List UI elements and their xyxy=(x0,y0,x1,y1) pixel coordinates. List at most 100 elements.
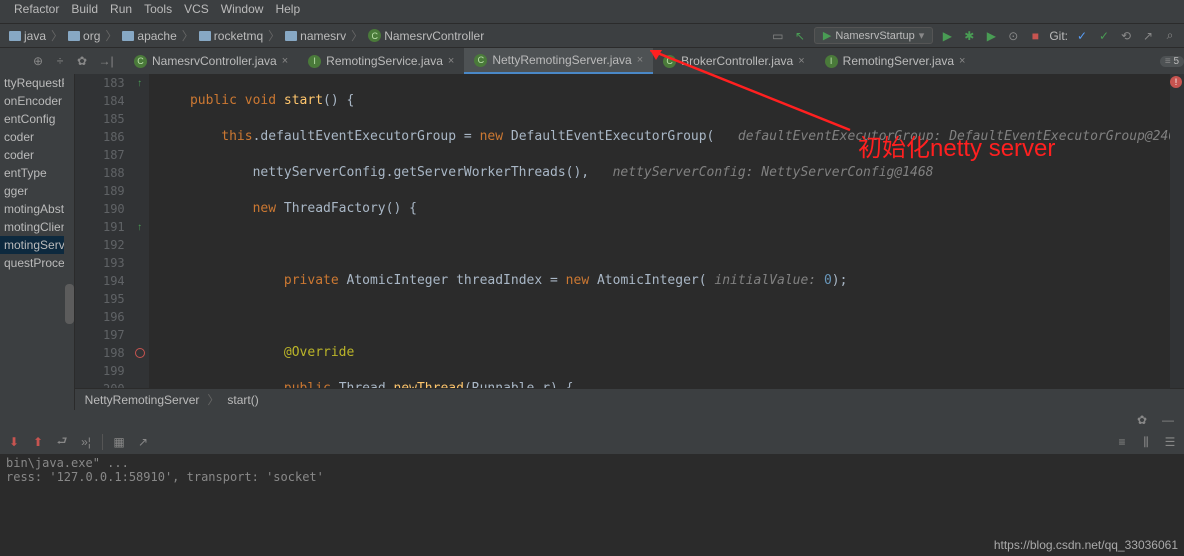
class-icon: C xyxy=(474,54,487,67)
editor-tabs-bar: ⊕ ÷ ✿ →| CNamesrvController.java× IRemot… xyxy=(0,48,1184,74)
tree-item[interactable]: gger xyxy=(0,182,74,200)
tree-item[interactable]: entConfig xyxy=(0,110,74,128)
tree-item[interactable]: motingClient xyxy=(0,218,74,236)
settings-icon[interactable]: ✿ xyxy=(74,53,90,69)
breakpoint-icon[interactable] xyxy=(135,348,145,358)
tab-remoting-service[interactable]: IRemotingService.java× xyxy=(298,48,464,74)
upload-icon[interactable]: ⬆ xyxy=(30,434,46,450)
editor: 1831841851861871881891901911921931941951… xyxy=(75,74,1184,410)
menu-window[interactable]: Window xyxy=(215,2,270,16)
collapse-icon[interactable]: ⊕ xyxy=(30,53,46,69)
annotation-text: 初始化netty server xyxy=(858,128,1055,163)
hide-icon[interactable]: — xyxy=(1160,412,1176,428)
implements-icon[interactable]: ↑ xyxy=(137,78,142,89)
layout-icon[interactable]: ≡ xyxy=(1114,434,1130,450)
crumb-class[interactable]: NettyRemotingServer xyxy=(85,393,200,407)
menu-refactor[interactable]: Refactor xyxy=(8,2,65,16)
revert-icon[interactable]: ↗ xyxy=(1140,28,1156,44)
run-icon[interactable]: ▶ xyxy=(939,28,955,44)
breadcrumb-item[interactable]: java xyxy=(6,29,49,43)
tab-counter[interactable]: ≡ 5 xyxy=(1160,56,1184,67)
editor-status-bar: ✿ — xyxy=(0,410,1184,430)
grid-icon[interactable]: ▦ xyxy=(111,434,127,450)
tree-item[interactable]: questProcessor xyxy=(0,254,74,272)
download-icon[interactable]: ⬇ xyxy=(6,434,22,450)
tree-scrollbar[interactable] xyxy=(64,74,74,410)
crumb-method[interactable]: start() xyxy=(227,393,258,407)
folder-icon xyxy=(122,31,134,41)
git-commit-icon[interactable]: ✓ xyxy=(1096,28,1112,44)
interface-icon: I xyxy=(308,55,321,68)
menu-help[interactable]: Help xyxy=(269,2,306,16)
run-config-dropdown[interactable]: ▶NamesrvStartup▾ xyxy=(814,27,933,44)
console-toolbar: ⬇ ⬆ ⮐ »¦ ▦ ↗ ≡ ⫼ ☰ xyxy=(0,430,1184,454)
error-icon[interactable]: ! xyxy=(1170,76,1182,88)
console-output[interactable]: bin\java.exe" ... ress: '127.0.0.1:58910… xyxy=(0,454,1184,504)
console-line: bin\java.exe" ... xyxy=(6,456,1178,470)
code-breadcrumb[interactable]: NettyRemotingServer 〉 start() xyxy=(75,388,1184,410)
code-editor[interactable]: 1831841851861871881891901911921931941951… xyxy=(75,74,1184,388)
console-line: ress: '127.0.0.1:58910', transport: 'soc… xyxy=(6,470,1178,484)
class-icon: C xyxy=(134,55,147,68)
menu-build[interactable]: Build xyxy=(65,2,104,16)
watermark: https://blog.csdn.net/qq_33036061 xyxy=(994,538,1178,552)
export-icon[interactable]: ↗ xyxy=(135,434,151,450)
wrap-icon[interactable]: ⮐ xyxy=(54,434,70,450)
stop-icon[interactable]: ■ xyxy=(1027,28,1043,44)
menu-tools[interactable]: Tools xyxy=(138,2,178,16)
tree-item[interactable]: entType xyxy=(0,164,74,182)
tree-item[interactable]: coder xyxy=(0,128,74,146)
search-icon[interactable]: ⌕ xyxy=(1162,28,1178,44)
breadcrumb-item[interactable]: rocketmq xyxy=(196,29,266,43)
breadcrumb-item[interactable]: CNamesrvController xyxy=(365,29,487,43)
profile-icon[interactable]: ⊙ xyxy=(1005,28,1021,44)
tab-netty-remoting-server[interactable]: CNettyRemotingServer.java× xyxy=(464,48,653,74)
folder-icon xyxy=(68,31,80,41)
folder-icon xyxy=(285,31,297,41)
layout-icon[interactable]: ☰ xyxy=(1162,434,1178,450)
tab-namesrv-controller[interactable]: CNamesrvController.java× xyxy=(124,48,298,74)
folder-icon xyxy=(9,31,21,41)
gutter-marks: ↑ ↑ xyxy=(131,74,149,388)
scroll-thumb[interactable] xyxy=(65,284,74,324)
close-icon[interactable]: × xyxy=(448,55,454,67)
close-icon[interactable]: × xyxy=(282,55,288,67)
tree-item[interactable]: coder xyxy=(0,146,74,164)
line-numbers: 1831841851861871881891901911921931941951… xyxy=(75,74,131,388)
breadcrumb-item[interactable]: apache xyxy=(119,29,179,43)
main-panel: ttyRequestProcessor onEncoder entConfig … xyxy=(0,74,1184,410)
git-label: Git: xyxy=(1049,29,1068,43)
implements-icon[interactable]: ↑ xyxy=(137,222,142,233)
filter-icon[interactable]: »¦ xyxy=(78,434,94,450)
coverage-icon[interactable]: ▶ xyxy=(983,28,999,44)
close-icon[interactable]: × xyxy=(637,54,643,66)
navigation-bar: java〉 org〉 apache〉 rocketmq〉 namesrv〉 CN… xyxy=(0,24,1184,48)
folder-icon xyxy=(199,31,211,41)
breadcrumb[interactable]: java〉 org〉 apache〉 rocketmq〉 namesrv〉 CN… xyxy=(6,27,487,44)
menu-run[interactable]: Run xyxy=(104,2,138,16)
device-icon[interactable]: ▭ xyxy=(770,28,786,44)
tree-item[interactable]: motingAbstract xyxy=(0,200,74,218)
gear-icon[interactable]: ✿ xyxy=(1134,412,1150,428)
breadcrumb-item[interactable]: namesrv xyxy=(282,29,349,43)
hide-icon[interactable]: →| xyxy=(98,53,114,69)
toolbar-right: ▭ ↖ ▶NamesrvStartup▾ ▶ ✱ ▶ ⊙ ■ Git: ✓ ✓ … xyxy=(770,27,1178,44)
git-update-icon[interactable]: ✓ xyxy=(1074,28,1090,44)
editor-marks-strip[interactable]: ! xyxy=(1170,74,1184,388)
tree-item[interactable]: onEncoder xyxy=(0,92,74,110)
main-menu-bar: Refactor Build Run Tools VCS Window Help xyxy=(0,0,1184,24)
debug-icon[interactable]: ✱ xyxy=(961,28,977,44)
close-icon[interactable]: × xyxy=(959,55,965,67)
history-icon[interactable]: ⟲ xyxy=(1118,28,1134,44)
project-tool-icons: ⊕ ÷ ✿ →| xyxy=(0,53,124,69)
menu-vcs[interactable]: VCS xyxy=(178,2,215,16)
hammer-icon[interactable]: ↖ xyxy=(792,28,808,44)
layout-icon[interactable]: ⫼ xyxy=(1138,434,1154,450)
tree-item[interactable]: ttyRequestProcessor xyxy=(0,74,74,92)
class-icon: C xyxy=(368,29,381,42)
annotation-arrow xyxy=(650,50,860,140)
structure-panel[interactable]: ttyRequestProcessor onEncoder entConfig … xyxy=(0,74,75,410)
expand-icon[interactable]: ÷ xyxy=(52,53,68,69)
breadcrumb-item[interactable]: org xyxy=(65,29,103,43)
tree-item[interactable]: motingServer xyxy=(0,236,74,254)
